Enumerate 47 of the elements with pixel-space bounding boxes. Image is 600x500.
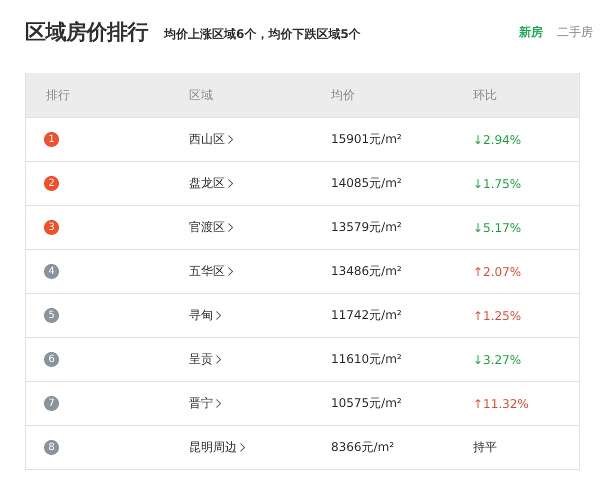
price-cell-text: 13579元/m²	[331, 219, 403, 236]
change-cell-text: ↑2.07%	[473, 264, 522, 278]
price-cell-text: 14085元/m²	[331, 175, 403, 192]
tab[interactable]: 二手房	[557, 24, 593, 40]
change-cell-text: ↓1.75%	[473, 176, 522, 190]
column-header: 环比	[473, 86, 498, 104]
price-cell-text: 15901元/m²	[331, 131, 403, 148]
rank-badge: 6	[44, 352, 59, 367]
column-header: 均价	[331, 86, 356, 104]
district-link[interactable]: 盘龙区	[189, 175, 233, 192]
chevron-right-icon	[228, 179, 233, 188]
change-cell-text: ↓3.27%	[473, 352, 522, 366]
rank-badge: 7	[44, 396, 59, 411]
rank-badge: 4	[44, 264, 59, 279]
district-link[interactable]: 官渡区	[189, 219, 233, 236]
district-link[interactable]: 五华区	[189, 263, 233, 280]
rank-badge: 8	[44, 440, 59, 455]
chevron-right-icon	[228, 223, 233, 232]
change-cell-text: ↑1.25%	[473, 308, 522, 322]
price-cell-text: 10575元/m²	[331, 395, 403, 412]
price-cell-text: 11742元/m²	[331, 307, 403, 324]
rank-badge: 3	[44, 220, 59, 235]
rank-badge: 1	[44, 132, 59, 147]
column-header: 区域	[189, 86, 214, 104]
column-header: 排行	[46, 86, 71, 104]
summary-text: 均价上涨区域6个，均价下跌区域5个	[164, 26, 361, 42]
change-cell-text: 持平	[473, 439, 498, 456]
change-cell-text: ↑11.32%	[473, 396, 530, 410]
page-title: 区域房价排行	[25, 19, 148, 46]
price-cell-text: 13486元/m²	[331, 263, 403, 280]
change-cell-text: ↓2.94%	[473, 132, 522, 146]
district-link[interactable]: 呈贡	[189, 351, 221, 368]
chevron-right-icon	[216, 311, 221, 320]
chevron-right-icon	[228, 267, 233, 276]
district-link[interactable]: 昆明周边	[189, 439, 245, 456]
district-link[interactable]: 寻甸	[189, 307, 221, 324]
district-link[interactable]: 西山区	[189, 131, 233, 148]
chevron-right-icon	[228, 135, 233, 144]
rank-badge: 2	[44, 176, 59, 191]
chevron-right-icon	[240, 443, 245, 452]
change-cell-text: ↓5.17%	[473, 220, 522, 234]
price-cell-text: 8366元/m²	[331, 439, 396, 456]
district-link[interactable]: 晋宁	[189, 395, 221, 412]
chevron-right-icon	[216, 399, 221, 408]
price-cell-text: 11610元/m²	[331, 351, 403, 368]
chevron-right-icon	[216, 355, 221, 364]
rank-badge: 5	[44, 308, 59, 323]
